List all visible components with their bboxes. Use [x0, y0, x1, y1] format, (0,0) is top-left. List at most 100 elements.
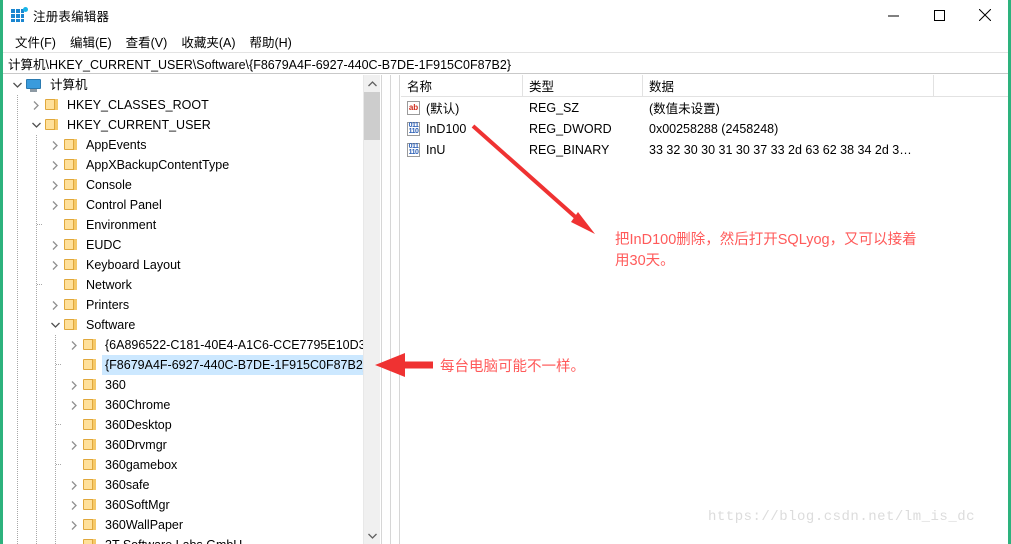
column-header-name[interactable]: 名称 [401, 74, 523, 97]
chevron-right-icon[interactable] [47, 295, 63, 315]
tree-guide-line [36, 135, 37, 155]
tree-guide-line [36, 495, 37, 515]
title-bar: 注册表编辑器 [3, 0, 1008, 30]
tree-item[interactable]: 360SoftMgr [3, 495, 380, 515]
tree-item[interactable]: 360gamebox [3, 455, 380, 475]
tree-item[interactable]: Keyboard Layout [3, 255, 380, 275]
annotation-varies-by-computer: 每台电脑可能不一样。 [440, 359, 585, 375]
folder-icon [82, 475, 98, 495]
tree-item[interactable]: {F8679A4F-6927-440C-B7DE-1F915C0F87B2} [3, 355, 380, 375]
scroll-down-icon[interactable] [364, 527, 380, 544]
folder-icon [63, 255, 79, 275]
folder-icon [63, 235, 79, 255]
tree-item[interactable]: 3T Software Labs GmbH [3, 535, 380, 544]
tree-guide-line [17, 415, 18, 435]
tree-item[interactable]: {6A896522-C181-40E4-A1C6-CCE7795E10D3} [3, 335, 380, 355]
tree-guide-line [55, 475, 56, 495]
tree-guide-line [36, 335, 37, 355]
tree-guide-line [17, 535, 18, 544]
folder-icon [82, 415, 98, 435]
tree-elbow [56, 364, 62, 365]
chevron-right-icon[interactable] [47, 195, 63, 215]
maximize-icon[interactable] [916, 0, 962, 30]
tree-item-label: Network [86, 278, 132, 292]
tree-item[interactable]: Control Panel [3, 195, 380, 215]
chevron-right-icon[interactable] [47, 155, 63, 175]
tree-item[interactable]: Environment [3, 215, 380, 235]
tree-item[interactable]: 360Drvmgr [3, 435, 380, 455]
tree-item[interactable]: 360Desktop [3, 415, 380, 435]
value-row[interactable]: ab (默认) REG_SZ (数值未设置) [401, 97, 1008, 118]
tree-guide-line [36, 515, 37, 535]
tree-item[interactable]: HKEY_CURRENT_USER [3, 115, 380, 135]
tree-item[interactable]: Network [3, 275, 380, 295]
value-row[interactable]: 011 110 InD100 REG_DWORD 0x00258288 (2458248… [401, 118, 1008, 139]
pane-splitter[interactable] [381, 75, 400, 544]
tree-guide-line [36, 415, 37, 435]
tree-guide-line [55, 395, 56, 415]
chevron-right-icon[interactable] [66, 475, 82, 495]
tree-item[interactable]: AppXBackupContentType [3, 155, 380, 175]
tree-vertical-scrollbar[interactable] [363, 75, 380, 544]
tree-item-label: HKEY_CLASSES_ROOT [67, 98, 209, 112]
tree-item[interactable]: 360WallPaper [3, 515, 380, 535]
tree-item[interactable]: Software [3, 315, 380, 335]
address-bar[interactable]: 计算机\HKEY_CURRENT_USER\Software\{F8679A4F… [3, 52, 1008, 74]
scroll-up-icon[interactable] [364, 75, 380, 92]
tree-guide-line [36, 275, 37, 295]
tree-guide-line [36, 395, 37, 415]
menu-item-favorites[interactable]: 收藏夹(A) [176, 31, 244, 53]
chevron-right-icon[interactable] [47, 175, 63, 195]
column-header-type[interactable]: 类型 [523, 74, 643, 97]
chevron-right-icon[interactable] [66, 335, 82, 355]
value-data: 33 32 30 30 31 30 37 33 2d 63 62 38 34 2… [649, 142, 912, 157]
value-type: REG_DWORD [529, 121, 612, 136]
menu-item-file[interactable]: 文件(F) [10, 31, 65, 53]
value-row[interactable]: 011 110 InU REG_BINARY 33 32 30 30 31 30 37 … [401, 139, 1008, 160]
value-type: REG_BINARY [529, 142, 610, 157]
menu-item-view[interactable]: 查看(V) [121, 31, 177, 53]
chevron-right-icon[interactable] [66, 495, 82, 515]
tree-item[interactable]: 360 [3, 375, 380, 395]
tree-guide-line [17, 295, 18, 315]
chevron-right-icon[interactable] [47, 135, 63, 155]
folder-icon [63, 155, 79, 175]
tree-guide-line [17, 275, 18, 295]
tree-elbow [56, 424, 62, 425]
content-area: 计算机 HKEY_CLASSES_ROOT HKEY_CURRENT_USER App… [3, 74, 1008, 544]
folder-icon [44, 115, 60, 135]
tree-item[interactable]: AppEvents [3, 135, 380, 155]
tree-guide-line [36, 455, 37, 475]
chevron-down-icon[interactable] [28, 115, 44, 135]
chevron-right-icon[interactable] [66, 375, 82, 395]
tree-item[interactable]: Printers [3, 295, 380, 315]
minimize-icon[interactable] [870, 0, 916, 30]
registry-tree-pane[interactable]: 计算机 HKEY_CLASSES_ROOT HKEY_CURRENT_USER App… [3, 75, 380, 544]
chevron-right-icon[interactable] [66, 515, 82, 535]
tree-item-label: 360Drvmgr [105, 438, 167, 452]
tree-item[interactable]: 360Chrome [3, 395, 380, 415]
chevron-right-icon[interactable] [47, 235, 63, 255]
tree-item[interactable]: HKEY_CLASSES_ROOT [3, 95, 380, 115]
chevron-down-icon[interactable] [9, 75, 25, 95]
close-icon[interactable] [962, 0, 1008, 30]
tree-item[interactable]: EUDC [3, 235, 380, 255]
column-header-data[interactable]: 数据 [643, 74, 934, 97]
tree-guide-line [17, 515, 18, 535]
registry-tree: 计算机 HKEY_CLASSES_ROOT HKEY_CURRENT_USER App… [3, 75, 380, 544]
tree-item[interactable]: 360safe [3, 475, 380, 495]
tree-scrollbar-thumb[interactable] [364, 92, 380, 140]
tree-item[interactable]: Console [3, 175, 380, 195]
chevron-down-icon[interactable] [47, 315, 63, 335]
menu-item-edit[interactable]: 编辑(E) [65, 31, 121, 53]
chevron-right-icon[interactable] [66, 435, 82, 455]
menu-item-help[interactable]: 帮助(H) [244, 31, 300, 53]
chevron-right-icon[interactable] [47, 255, 63, 275]
tree-item[interactable]: 计算机 [3, 75, 380, 95]
registry-values-pane[interactable]: 名称 类型 数据 ab (默认) REG_SZ (数值未设置) 011 110 InD100… [401, 74, 1008, 544]
chevron-right-icon[interactable] [66, 395, 82, 415]
value-name-cell: 011 110 InD100 [401, 121, 523, 137]
menu-bar: 文件(F) 编辑(E) 查看(V) 收藏夹(A) 帮助(H) [3, 31, 1008, 52]
chevron-right-icon[interactable] [28, 95, 44, 115]
tree-elbow [37, 224, 43, 225]
